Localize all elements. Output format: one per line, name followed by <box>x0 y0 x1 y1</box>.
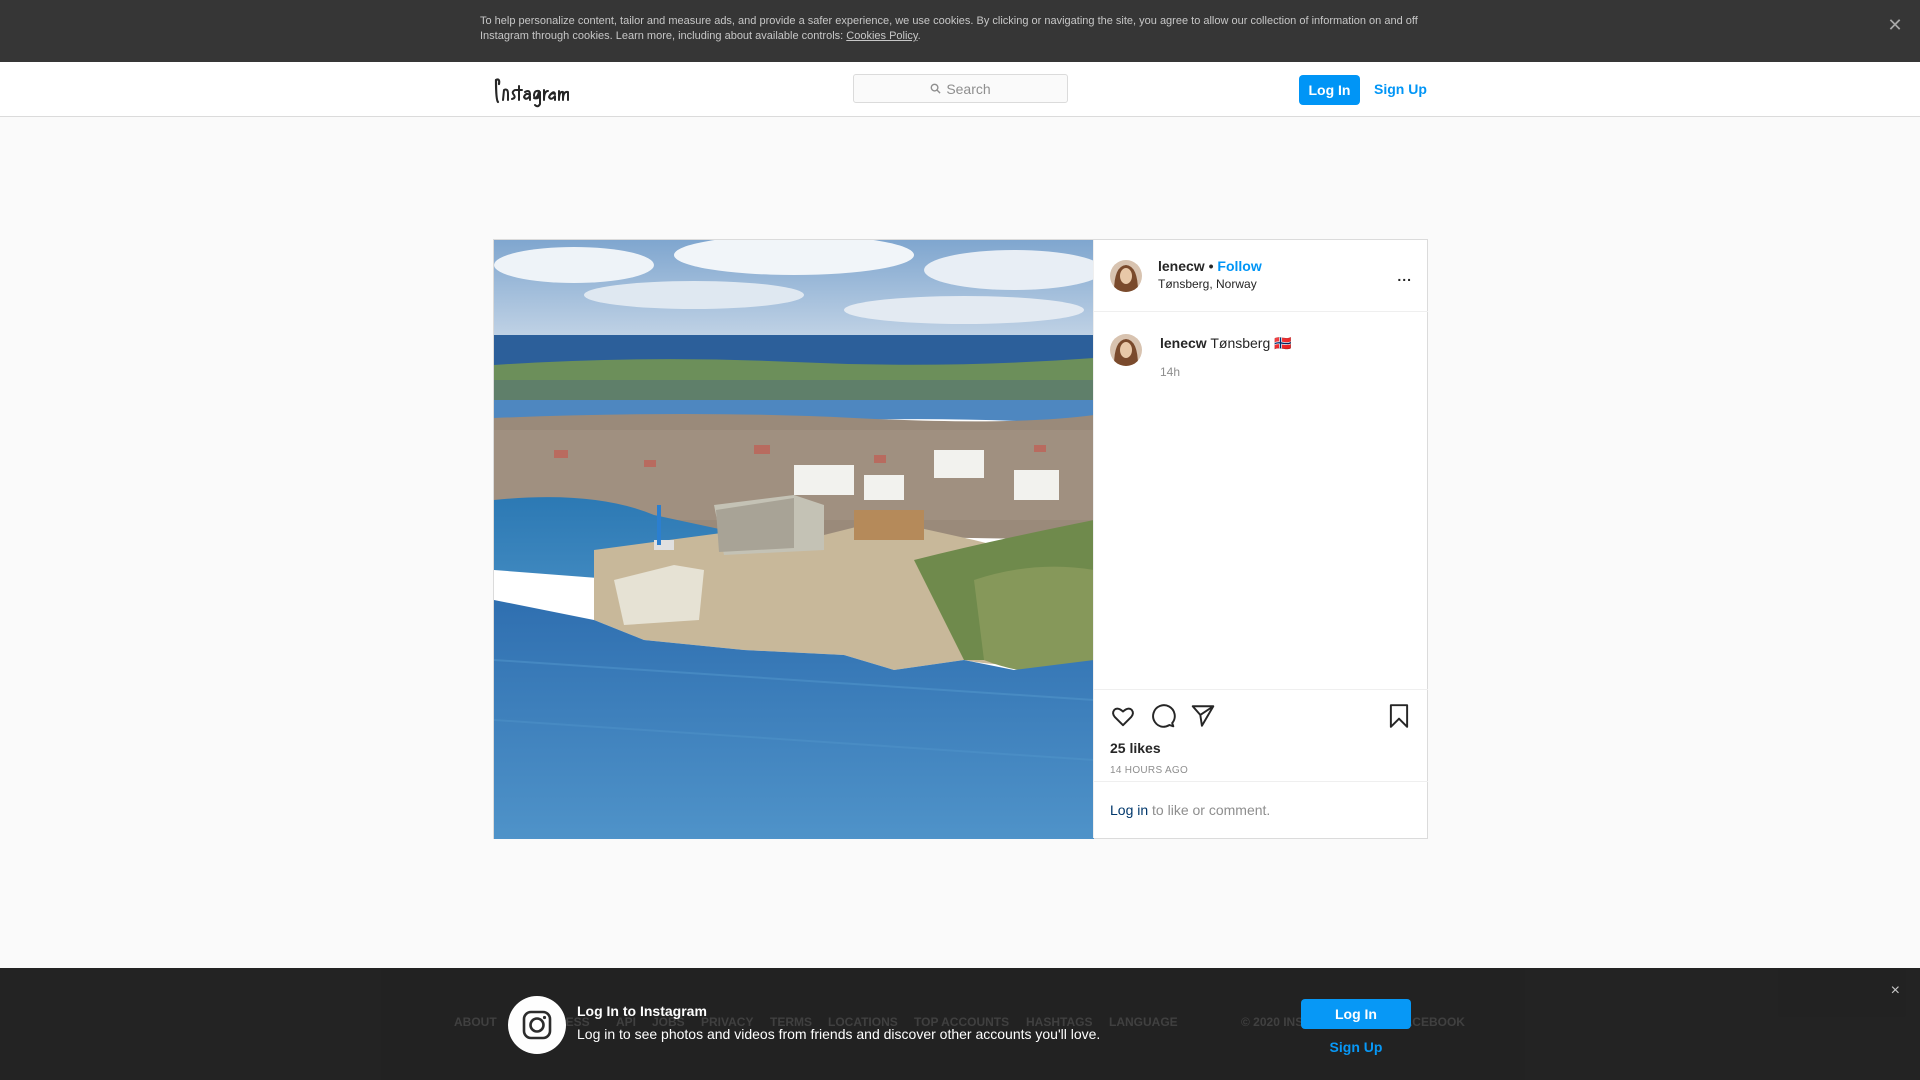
share-icon[interactable] <box>1190 703 1216 729</box>
location-link[interactable]: Tønsberg, Norway <box>1158 277 1257 291</box>
caption-avatar[interactable] <box>1110 334 1142 366</box>
top-nav: Search Log In Sign Up <box>0 62 1920 117</box>
caption-username[interactable]: lenecw <box>1160 335 1207 351</box>
login-banner-title: Log In to Instagram <box>577 1003 707 1019</box>
close-icon[interactable]: × <box>1891 982 1900 1000</box>
caption: lenecw Tønsberg 🇳🇴 <box>1160 335 1292 352</box>
login-banner: ABOUT PRESS API JOBS PRIVACY TERMS LOCAT… <box>0 968 1920 1080</box>
signup-button[interactable]: Sign Up <box>1374 78 1427 100</box>
search-placeholder-wrap: Search <box>854 75 1067 102</box>
login-prompt: Log in to like or comment. <box>1094 781 1428 838</box>
login-banner-subtitle: Log in to see photos and videos from fri… <box>577 1026 1101 1042</box>
login-link[interactable]: Log in <box>1110 802 1148 818</box>
login-prompt-text: to like or comment. <box>1148 802 1271 818</box>
search-icon <box>930 83 941 94</box>
post-actions: 25 likes 14 HOURS AGO <box>1094 689 1428 781</box>
heart-icon[interactable] <box>1110 703 1136 729</box>
search-input[interactable]: Search <box>853 74 1068 103</box>
username-link[interactable]: lenecw <box>1158 258 1205 274</box>
caption-time: 14h <box>1160 365 1181 379</box>
search-placeholder: Search <box>946 80 991 97</box>
login-banner-login-button[interactable]: Log In <box>1301 999 1411 1029</box>
follow-button[interactable]: Follow <box>1217 258 1261 274</box>
footer-link-about[interactable]: ABOUT <box>454 1015 497 1029</box>
login-button[interactable]: Log In <box>1299 75 1360 105</box>
cookies-policy-link[interactable]: Cookies Policy <box>846 30 917 42</box>
caption-text: Tønsberg 🇳🇴 <box>1206 335 1292 351</box>
cookie-suffix: . <box>917 30 921 42</box>
instagram-wordmark-logo[interactable] <box>490 70 610 110</box>
post-sidebar: lenecw • Follow Tønsberg, Norway ... len… <box>1093 240 1428 838</box>
post-author-line: lenecw • Follow <box>1158 258 1262 274</box>
login-banner-signup-button[interactable]: Sign Up <box>1301 1039 1411 1055</box>
comment-icon[interactable] <box>1150 703 1176 729</box>
avatar[interactable] <box>1110 260 1142 292</box>
footer-link-language[interactable]: LANGUAGE <box>1109 1015 1178 1029</box>
post-card: lenecw • Follow Tønsberg, Norway ... len… <box>493 239 1428 839</box>
cookie-message: To help personalize content, tailor and … <box>480 15 1418 42</box>
cookie-banner: To help personalize content, tailor and … <box>0 0 1920 62</box>
more-options-icon[interactable]: ... <box>1397 268 1412 284</box>
likes-count[interactable]: 25 likes <box>1110 740 1161 756</box>
bookmark-icon[interactable] <box>1386 703 1412 729</box>
cookie-text: To help personalize content, tailor and … <box>480 14 1440 44</box>
close-icon[interactable]: ✕ <box>1884 14 1906 36</box>
instagram-camera-icon <box>508 996 566 1054</box>
separator-dot: • <box>1204 258 1218 274</box>
post-header: lenecw • Follow Tønsberg, Norway ... <box>1094 240 1428 312</box>
post-timestamp[interactable]: 14 HOURS AGO <box>1110 765 1188 776</box>
post-photo[interactable] <box>494 240 1094 839</box>
